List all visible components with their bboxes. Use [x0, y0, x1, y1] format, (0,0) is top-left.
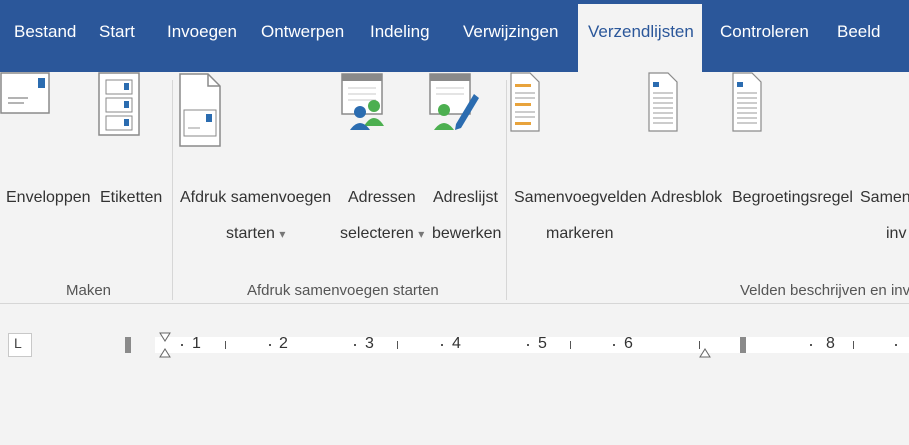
- select-recipients-label-line2-wrap: selecteren ▾: [340, 225, 424, 243]
- tab-bestand[interactable]: Bestand: [14, 4, 76, 72]
- address-block-label: Adresblok: [651, 189, 723, 206]
- mail-merge-document-icon: [179, 73, 221, 147]
- group-label-start-mail-merge: Afdruk samenvoegen starten: [247, 282, 439, 299]
- edit-recipient-list-icon: [429, 73, 479, 130]
- edit-recipient-list-label-line2: bewerken: [432, 225, 502, 242]
- insert-merge-field-button[interactable]: Samen inv: [858, 72, 909, 262]
- labels-icon: [98, 72, 140, 136]
- tab-controleren[interactable]: Controleren: [720, 4, 809, 72]
- greeting-line-label: Begroetingsregel: [732, 189, 853, 206]
- insert-merge-field-label-line1: Samen: [860, 189, 909, 206]
- group-label-maken: Maken: [66, 282, 112, 299]
- select-recipients-button[interactable]: Adressen selecteren ▾: [340, 72, 430, 262]
- greeting-line-button[interactable]: Begroetingsregel: [732, 72, 858, 262]
- ruler-number: 3: [365, 335, 374, 352]
- ruler-number: 2: [279, 335, 288, 352]
- tab-stop-left-icon: L: [14, 335, 22, 351]
- start-mail-merge-label-line1: Afdruk samenvoegen: [180, 189, 332, 206]
- chevron-down-icon: ▾: [418, 227, 425, 241]
- start-mail-merge-label-line2-wrap: starten ▾: [226, 225, 285, 243]
- select-recipients-icon: [341, 73, 384, 130]
- tab-verwijzingen[interactable]: Verwijzingen: [463, 4, 558, 72]
- tab-selector-button[interactable]: L: [8, 333, 32, 357]
- labels-button[interactable]: Etiketten: [98, 72, 168, 262]
- horizontal-ruler[interactable]: [115, 331, 909, 359]
- envelopes-button[interactable]: Enveloppen: [0, 72, 100, 262]
- highlight-merge-fields-label-line1: Samenvoegvelden: [514, 189, 647, 206]
- chevron-down-icon: ▾: [279, 227, 286, 241]
- highlight-merge-fields-label-line2: markeren: [546, 225, 614, 242]
- tab-beeld[interactable]: Beeld: [837, 4, 880, 72]
- select-recipients-label-line2: selecteren: [340, 225, 414, 242]
- envelope-icon: [0, 72, 50, 114]
- address-block-button[interactable]: Adresblok: [648, 72, 732, 262]
- group-separator: [172, 80, 173, 300]
- labels-label: Etiketten: [100, 189, 163, 206]
- ribbon-tab-bar: Bestand Start Invoegen Ontwerpen Indelin…: [0, 0, 909, 72]
- greeting-line-icon: [732, 72, 762, 132]
- tab-indeling[interactable]: Indeling: [370, 4, 430, 72]
- ruler-number: 6: [624, 335, 633, 352]
- right-margin-marker[interactable]: [740, 337, 746, 353]
- tab-start[interactable]: Start: [99, 4, 135, 72]
- edit-recipient-list-label-line1: Adreslijst: [433, 189, 498, 206]
- group-separator: [506, 80, 507, 300]
- tab-ontwerpen[interactable]: Ontwerpen: [261, 4, 344, 72]
- tab-verzendlijsten[interactable]: Verzendlijsten: [578, 4, 702, 72]
- start-mail-merge-button[interactable]: Afdruk samenvoegen starten ▾: [178, 72, 338, 262]
- insert-merge-field-label-line2: inv: [886, 225, 907, 242]
- ruler-number: 8: [826, 335, 835, 352]
- ruler-number: 1: [192, 335, 201, 352]
- envelopes-label: Enveloppen: [6, 189, 91, 206]
- tab-invoegen[interactable]: Invoegen: [167, 4, 237, 72]
- ribbon: Enveloppen Etiketten Maken Afdruk samenv…: [0, 72, 909, 304]
- document-area: L 1 2 3 4 5 6 8: [0, 305, 909, 445]
- ruler-number: 4: [452, 335, 461, 352]
- margin-marker[interactable]: [125, 337, 131, 353]
- edit-recipient-list-button[interactable]: Adreslijst bewerken: [428, 72, 508, 262]
- highlight-merge-fields-button[interactable]: Samenvoegvelden markeren: [510, 72, 650, 262]
- ruler-number: 5: [538, 335, 547, 352]
- group-label-write-insert-fields: Velden beschrijven en invo: [740, 282, 909, 299]
- select-recipients-label-line1: Adressen: [348, 189, 416, 206]
- start-mail-merge-label-line2: starten: [226, 225, 275, 242]
- highlight-fields-icon: [510, 72, 540, 132]
- address-block-icon: [648, 72, 678, 132]
